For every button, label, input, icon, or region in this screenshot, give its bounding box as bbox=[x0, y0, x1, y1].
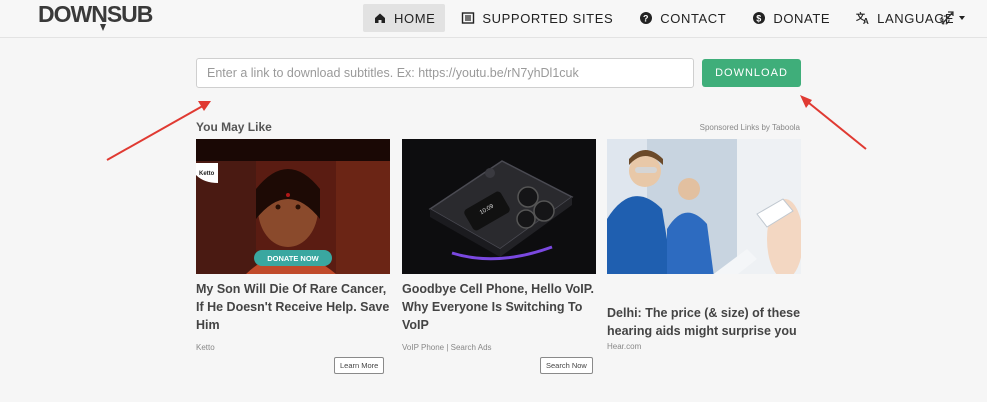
main-menu: HOME SUPPORTED SITES ? CONTACT $ DONATE … bbox=[363, 4, 975, 32]
translate-icon: 文A bbox=[856, 11, 869, 25]
question-icon: ? bbox=[640, 12, 653, 24]
ad-image[interactable]: 10:09 bbox=[402, 139, 596, 274]
top-navbar: DOWNSUB HOME SUPPORTED SITES ? CONTACT $… bbox=[0, 0, 987, 38]
ad-card[interactable]: 10:09 Goodbye Cell Phone, Hello VoIP. Wh… bbox=[402, 139, 596, 374]
nav-home-label: HOME bbox=[394, 10, 436, 26]
ad-image-graphic: 10:09 bbox=[402, 139, 596, 274]
sponsored-label[interactable]: Sponsored Links by Taboola bbox=[640, 123, 800, 132]
svg-text:DOWNSUB: DOWNSUB bbox=[38, 1, 153, 27]
ad-source: Hear.com bbox=[607, 342, 642, 351]
ad-title[interactable]: Goodbye Cell Phone, Hello VoIP. Why Ever… bbox=[402, 280, 596, 334]
annotation-arrow-right bbox=[803, 98, 867, 150]
you-may-like-heading: You May Like bbox=[196, 120, 272, 134]
search-now-button[interactable]: Search Now bbox=[540, 357, 593, 374]
dollar-icon: $ bbox=[753, 12, 766, 24]
nav-donate-label: DONATE bbox=[773, 10, 831, 26]
chevron-down-icon bbox=[959, 16, 966, 20]
nav-contact[interactable]: ? CONTACT bbox=[629, 4, 736, 32]
nav-supported-sites[interactable]: SUPPORTED SITES bbox=[451, 4, 623, 32]
svg-text:$: $ bbox=[757, 13, 763, 23]
svg-text:A: A bbox=[863, 17, 869, 25]
ad-image-graphic: Ketto DONATE NOW bbox=[196, 139, 390, 274]
ad-title[interactable]: My Son Will Die Of Rare Cancer, If He Do… bbox=[196, 280, 390, 334]
nav-donate[interactable]: $ DONATE bbox=[742, 4, 840, 32]
ad-card[interactable]: Delhi: The price (& size) of these heari… bbox=[607, 139, 801, 351]
ad-card[interactable]: Ketto DONATE NOW My Son Will Die Of Rare… bbox=[196, 139, 390, 374]
ad-image[interactable] bbox=[607, 139, 801, 274]
theme-toggle-icon[interactable] bbox=[938, 9, 956, 27]
home-icon bbox=[375, 13, 385, 23]
donate-now-overlay: DONATE NOW bbox=[267, 254, 319, 263]
learn-more-button[interactable]: Learn More bbox=[334, 357, 385, 374]
ad-image[interactable]: Ketto DONATE NOW bbox=[196, 139, 390, 274]
ad-image-graphic bbox=[607, 139, 801, 274]
ad-source: Ketto bbox=[196, 343, 215, 352]
ad-title[interactable]: Delhi: The price (& size) of these heari… bbox=[607, 304, 801, 340]
url-input[interactable] bbox=[196, 58, 694, 88]
ad-source: VoIP Phone | Search Ads bbox=[402, 343, 492, 352]
nav-supported-sites-label: SUPPORTED SITES bbox=[482, 10, 614, 26]
nav-contact-label: CONTACT bbox=[660, 10, 727, 26]
svg-text:?: ? bbox=[643, 13, 649, 23]
downsub-logo[interactable]: DOWNSUB bbox=[38, 0, 158, 34]
ad-badge: Ketto bbox=[199, 171, 215, 177]
nav-home[interactable]: HOME bbox=[363, 4, 446, 32]
annotation-arrow-left bbox=[106, 102, 209, 161]
download-button[interactable]: DOWNLOAD bbox=[702, 59, 801, 87]
list-icon bbox=[462, 12, 475, 24]
